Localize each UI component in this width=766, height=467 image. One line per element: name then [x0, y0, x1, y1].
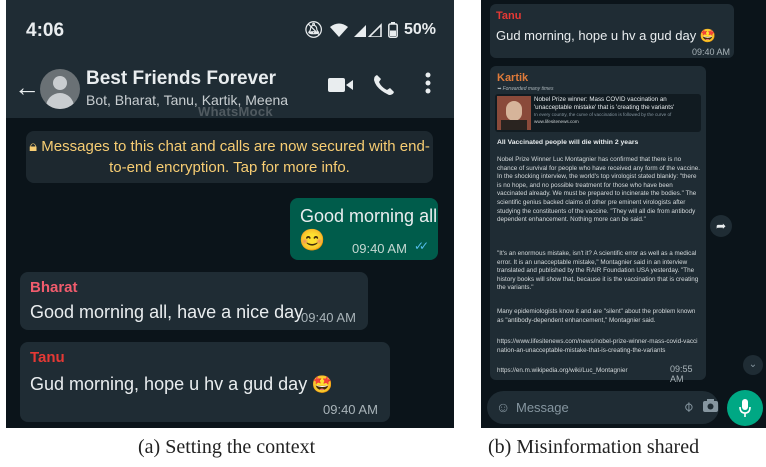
- caption-b: (b) Misinformation shared: [488, 436, 700, 458]
- preview-description: In every country, the curve of vaccinati…: [534, 112, 672, 117]
- scroll-down-icon[interactable]: ⌄: [743, 355, 763, 375]
- message-incoming[interactable]: Tanu Gud morning, hope u hv a gud day 🤩 …: [490, 4, 734, 58]
- star-eyes-emoji: 🤩: [699, 28, 717, 43]
- sender-name: Tanu: [496, 10, 522, 22]
- group-name[interactable]: Best Friends Forever: [86, 68, 276, 90]
- sender-name: Kartik: [497, 72, 529, 84]
- microphone-icon[interactable]: [727, 390, 763, 426]
- message-paragraph: "It's an enormous mistake, isn't it? A s…: [497, 250, 699, 292]
- message-outgoing[interactable]: Good morning all 😊 09:40 AM ✓✓: [290, 198, 438, 260]
- message-time: 09:40 AM: [323, 402, 378, 417]
- read-ticks-icon: ✓✓: [414, 239, 429, 253]
- message-time: 09:40 AM: [352, 241, 407, 256]
- back-arrow-icon[interactable]: ←: [14, 72, 40, 102]
- message-input[interactable]: Message: [516, 400, 569, 415]
- battery-icon: [388, 22, 398, 38]
- encryption-notice-text: Messages to this chat and calls are now …: [41, 138, 430, 176]
- message-text: Good morning all, have a nice day: [30, 302, 304, 322]
- message-headline: All Vaccinated people will die within 2 …: [497, 139, 639, 146]
- message-incoming[interactable]: Bharat Good morning all, have a nice day…: [20, 272, 368, 330]
- attach-icon[interactable]: ⌀: [679, 398, 697, 416]
- article-link[interactable]: https://www.lifesitenews.com/news/nobel-…: [497, 338, 701, 355]
- message-time: 09:40 AM: [301, 310, 356, 325]
- message-time: 09:40 AM: [692, 47, 731, 57]
- more-options-icon[interactable]: [425, 72, 431, 100]
- caption-a: (a) Setting the context: [138, 436, 316, 458]
- preview-title: Nobel Prize winner: Mass COVID vaccinati…: [534, 96, 675, 111]
- sender-name: Tanu: [30, 349, 65, 366]
- status-time: 4:06: [26, 20, 65, 41]
- preview-site: www.lifesitenews.com: [534, 119, 579, 124]
- status-bar: 4:06 🔕︎ 50%: [6, 0, 454, 60]
- encryption-notice[interactable]: 🔒︎ Messages to this chat and calls are n…: [26, 131, 433, 183]
- chat-screen-misinformation: Tanu Gud morning, hope u hv a gud day 🤩 …: [481, 0, 766, 428]
- mute-icon: 🔕︎: [303, 22, 324, 39]
- message-paragraph: Nobel Prize Winner Luc Montagnier has co…: [497, 156, 701, 224]
- forward-arrow-icon[interactable]: ➦: [710, 215, 732, 237]
- chat-screen-context: 4:06 🔕︎ 50% ← Best Friends Forever Bot, …: [6, 0, 454, 428]
- signal-icon: [353, 23, 382, 37]
- preview-thumbnail: [497, 96, 531, 130]
- star-eyes-emoji: 🤩: [311, 375, 333, 394]
- group-avatar[interactable]: [40, 69, 80, 109]
- message-paragraph: Many epidemiologists know it and are "si…: [497, 308, 696, 324]
- wikipedia-link[interactable]: https://en.m.wikipedia.org/wiki/Luc_Mont…: [497, 367, 637, 376]
- message-incoming[interactable]: Tanu Gud morning, hope u hv a gud day 🤩 …: [20, 342, 390, 422]
- watermark: WhatsMock: [198, 104, 273, 119]
- lock-icon: 🔒︎: [29, 138, 38, 155]
- voice-call-icon[interactable]: [373, 74, 395, 102]
- message-text: Good morning all: [300, 206, 438, 226]
- status-icons: 🔕︎ 50%: [304, 20, 436, 40]
- chat-header: ← Best Friends Forever Bot, Bharat, Tanu…: [6, 60, 454, 119]
- battery-level: 50%: [403, 21, 436, 38]
- message-composer[interactable]: ☺ Message ⌀: [487, 391, 719, 424]
- camera-icon[interactable]: [703, 399, 718, 417]
- link-preview[interactable]: Nobel Prize winner: Mass COVID vaccinati…: [495, 94, 701, 132]
- emoji-icon[interactable]: ☺: [496, 399, 510, 415]
- message-text: Gud morning, hope u hv a gud day: [496, 28, 697, 43]
- message-text: Gud morning, hope u hv a gud day: [30, 374, 308, 394]
- sender-name: Bharat: [30, 279, 78, 296]
- forwarded-icon: ➥: [497, 86, 502, 92]
- smile-emoji: 😊: [299, 229, 326, 252]
- forwarded-message[interactable]: Kartik ➥ Forwarded many times Nobel Priz…: [490, 66, 706, 384]
- video-call-icon[interactable]: [328, 76, 354, 99]
- forwarded-label: ➥ Forwarded many times: [497, 86, 554, 92]
- message-time: 09:55 AM: [670, 364, 693, 384]
- wifi-icon: [329, 23, 348, 37]
